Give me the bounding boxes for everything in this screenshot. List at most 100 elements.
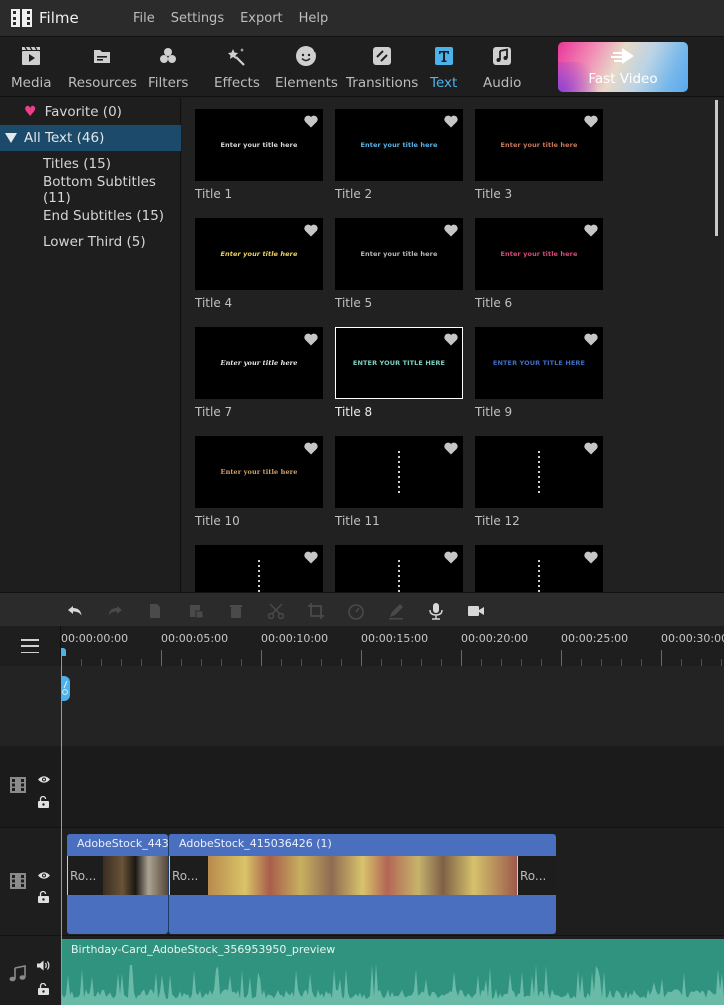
title-template-card[interactable] — [335, 545, 463, 592]
title-template-card[interactable]: Enter your title here Title 6 — [475, 218, 603, 310]
title-template-card[interactable]: Enter your title here Title 3 — [475, 109, 603, 201]
playhead-line[interactable] — [61, 650, 62, 1005]
favorite-heart-icon[interactable] — [444, 440, 458, 455]
fast-video-button[interactable]: Fast Video — [558, 42, 688, 92]
hamburger-menu-icon[interactable] — [21, 639, 39, 653]
tab-media[interactable]: Media — [11, 45, 52, 91]
unlock-icon[interactable] — [38, 980, 49, 999]
pencil-icon[interactable] — [387, 602, 405, 620]
title-template-card[interactable]: Enter your title here Title 1 — [195, 109, 323, 201]
audio-clip[interactable]: Birthday-Card_AdobeStock_356953950_previ… — [62, 939, 724, 1005]
tab-filters[interactable]: Filters — [148, 45, 188, 91]
tab-effects[interactable]: Effects — [214, 45, 260, 91]
grid-scrollbar[interactable] — [715, 100, 718, 236]
microphone-icon[interactable] — [427, 602, 445, 620]
menu-help[interactable]: Help — [299, 11, 329, 26]
title-template-card[interactable]: Title 12 — [475, 436, 603, 528]
paste-icon[interactable] — [187, 602, 205, 620]
crop-icon[interactable] — [307, 602, 325, 620]
category-end-subtitles[interactable]: End Subtitles (15) — [0, 203, 181, 229]
favorite-heart-icon[interactable] — [304, 549, 318, 564]
title-template-card[interactable]: Enter your title here Title 5 — [335, 218, 463, 310]
template-thumbnail[interactable] — [335, 436, 463, 508]
unlock-icon[interactable] — [38, 888, 49, 907]
title-template-card[interactable]: ENTER YOUR TITLE HERE Title 8 — [335, 327, 463, 419]
template-thumbnail[interactable] — [335, 545, 463, 592]
favorite-heart-icon[interactable] — [584, 549, 598, 564]
ruler-tick — [81, 659, 82, 666]
speed-gauge-icon[interactable] — [347, 602, 365, 620]
template-thumbnail[interactable] — [475, 436, 603, 508]
redo-icon[interactable] — [106, 602, 124, 620]
speaker-icon[interactable] — [37, 956, 50, 975]
favorite-heart-icon[interactable] — [444, 222, 458, 237]
favorite-heart-icon[interactable] — [304, 222, 318, 237]
tab-elements[interactable]: Elements — [275, 45, 338, 91]
tab-resources[interactable]: Resources — [68, 45, 137, 91]
scissors-icon[interactable] — [267, 602, 285, 620]
ruler-tick — [681, 659, 682, 666]
favorite-heart-icon[interactable] — [584, 113, 598, 128]
template-thumbnail[interactable]: ENTER YOUR TITLE HERE — [335, 327, 463, 399]
expand-triangle-icon[interactable] — [5, 133, 17, 143]
copy-icon[interactable] — [146, 602, 164, 620]
ruler-tick — [621, 659, 622, 666]
template-thumbnail[interactable]: Enter your title here — [335, 109, 463, 181]
tab-audio[interactable]: Audio — [483, 45, 521, 91]
eye-icon[interactable] — [38, 769, 50, 788]
template-thumbnail[interactable]: Enter your title here — [195, 327, 323, 399]
template-thumbnail[interactable]: Enter your title here — [195, 109, 323, 181]
favorite-heart-icon[interactable] — [304, 113, 318, 128]
trash-icon[interactable] — [227, 602, 245, 620]
menu-settings[interactable]: Settings — [171, 11, 224, 26]
favorite-heart-icon[interactable] — [444, 113, 458, 128]
vertical-text-preview — [258, 560, 260, 592]
ruler-tick — [341, 659, 342, 666]
time-ruler[interactable]: 00:00:00:00 00:00:05:00 00:00:10:00 00:00:1… — [61, 626, 724, 666]
template-thumbnail[interactable]: Enter your title here — [195, 436, 323, 508]
effects-icon — [226, 45, 248, 67]
favorite-heart-icon[interactable] — [304, 331, 318, 346]
favorite-heart-icon[interactable] — [444, 549, 458, 564]
menu-export[interactable]: Export — [240, 11, 283, 26]
title-template-card[interactable] — [195, 545, 323, 592]
category-favorite[interactable]: ♥ Favorite (0) — [0, 99, 181, 125]
time-label: 00:00:05:00 — [161, 632, 229, 645]
favorite-heart-icon[interactable] — [304, 440, 318, 455]
undo-icon[interactable] — [66, 602, 84, 620]
app-name: Filme — [39, 9, 79, 27]
favorite-heart-icon[interactable] — [584, 440, 598, 455]
template-thumbnail[interactable]: Enter your title here — [335, 218, 463, 290]
title-template-card[interactable]: ENTER YOUR TITLE HERE Title 9 — [475, 327, 603, 419]
template-thumbnail[interactable] — [475, 545, 603, 592]
title-template-card[interactable] — [475, 545, 603, 592]
title-template-card[interactable]: Enter your title here Title 2 — [335, 109, 463, 201]
playhead-marker[interactable] — [61, 648, 66, 656]
template-thumbnail[interactable]: Enter your title here — [195, 218, 323, 290]
template-thumbnail[interactable]: Enter your title here — [475, 218, 603, 290]
category-lower-third[interactable]: Lower Third (5) — [0, 229, 181, 255]
favorite-heart-icon[interactable] — [584, 331, 598, 346]
title-template-card[interactable]: Enter your title here Title 7 — [195, 327, 323, 419]
template-thumbnail[interactable]: Enter your title here — [475, 109, 603, 181]
title-template-card[interactable]: Title 11 — [335, 436, 463, 528]
video-camera-icon[interactable] — [467, 602, 485, 620]
eye-icon[interactable] — [38, 865, 50, 884]
unlock-icon[interactable] — [38, 793, 49, 812]
playhead-split-handle[interactable] — [61, 676, 70, 701]
video-clip[interactable]: AdobeStock_415036426 (1) Ro... Ro... — [168, 834, 556, 934]
menu-file[interactable]: File — [133, 11, 155, 26]
video-track-icon — [10, 873, 26, 893]
title-template-card[interactable]: Enter your title here Title 4 — [195, 218, 323, 310]
time-label: 00:00:10:00 — [261, 632, 329, 645]
title-template-card[interactable]: Enter your title here Title 10 — [195, 436, 323, 528]
category-all-text[interactable]: All Text (46) — [0, 125, 181, 151]
tab-text[interactable]: Text — [430, 45, 457, 91]
favorite-heart-icon[interactable] — [584, 222, 598, 237]
favorite-heart-icon[interactable] — [444, 331, 458, 346]
video-clip[interactable]: AdobeStock_443... Ro... — [67, 834, 168, 934]
category-bottom-subtitles[interactable]: Bottom Subtitles (11) — [0, 174, 181, 206]
tab-transitions[interactable]: Transitions — [346, 45, 418, 91]
template-thumbnail[interactable]: ENTER YOUR TITLE HERE — [475, 327, 603, 399]
template-thumbnail[interactable] — [195, 545, 323, 592]
